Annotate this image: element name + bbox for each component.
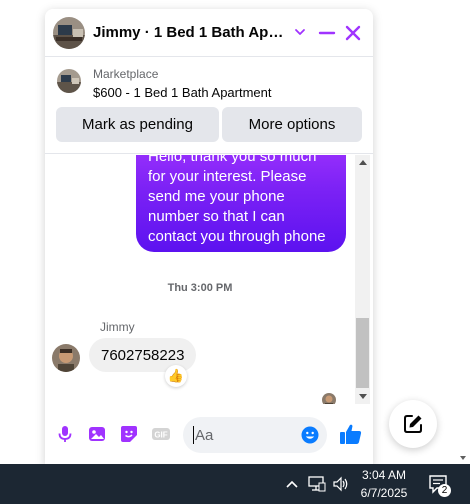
emoji-icon[interactable] (301, 426, 319, 444)
close-icon[interactable] (343, 23, 363, 43)
thumbs-up-icon[interactable] (339, 422, 363, 446)
scroll-thumb[interactable] (356, 318, 369, 388)
compose-icon (404, 415, 422, 433)
sender-avatar[interactable] (52, 344, 80, 372)
clock-time[interactable]: 3:04 AM (352, 468, 416, 482)
chat-header[interactable]: Jimmy · 1 Bed 1 Bath Apart... (45, 9, 373, 57)
sender-name: Jimmy (100, 320, 135, 334)
message-input-box[interactable] (183, 417, 327, 453)
new-message-button[interactable] (389, 400, 437, 448)
listing-source: Marketplace (93, 67, 159, 81)
scroll-down-arrow[interactable] (359, 394, 367, 399)
page-scrollbar[interactable] (456, 0, 470, 464)
network-icon[interactable] (308, 476, 326, 492)
minimize-icon[interactable] (317, 23, 337, 43)
marketplace-listing: Marketplace $600 - 1 Bed 1 Bath Apartmen… (45, 58, 373, 154)
sticker-icon[interactable] (119, 424, 139, 444)
listing-title[interactable]: $600 - 1 Bed 1 Bath Apartment (93, 85, 272, 100)
volume-icon[interactable] (332, 476, 350, 492)
chat-title[interactable]: Jimmy · 1 Bed 1 Bath Apart... (93, 24, 289, 41)
svg-text:GIF: GIF (154, 431, 167, 440)
microphone-icon[interactable] (55, 424, 75, 444)
message-scrollbar[interactable] (355, 155, 370, 404)
chevron-down-icon[interactable] (293, 25, 307, 39)
message-input[interactable] (195, 425, 299, 445)
mark-as-pending-button[interactable]: Mark as pending (56, 107, 219, 142)
more-options-button[interactable]: More options (222, 107, 362, 142)
windows-taskbar: 3:04 AM 6/7/2025 2 (0, 464, 470, 504)
chevron-up-icon[interactable] (285, 478, 299, 490)
gif-icon[interactable]: GIF (151, 424, 171, 444)
message-composer: GIF (45, 406, 373, 466)
scroll-up-arrow[interactable] (359, 160, 367, 165)
scroll-down-arrow[interactable] (460, 456, 466, 460)
outgoing-message[interactable]: Hello, thank you so much for your intere… (136, 155, 346, 252)
message-list: Hello, thank you so much for your intere… (45, 155, 373, 404)
avatar[interactable] (53, 17, 85, 49)
chat-window: Jimmy · 1 Bed 1 Bath Apart... Marketplac… (45, 9, 373, 466)
listing-thumbnail[interactable] (57, 69, 81, 93)
photo-icon[interactable] (87, 424, 107, 444)
clock-date[interactable]: 6/7/2025 (352, 486, 416, 500)
seen-indicator-avatar (322, 393, 336, 404)
text-caret (193, 426, 194, 444)
notification-badge: 2 (438, 484, 451, 497)
thumbs-up-reaction[interactable]: 👍 (165, 365, 187, 387)
message-timestamp: Thu 3:00 PM (167, 282, 233, 294)
